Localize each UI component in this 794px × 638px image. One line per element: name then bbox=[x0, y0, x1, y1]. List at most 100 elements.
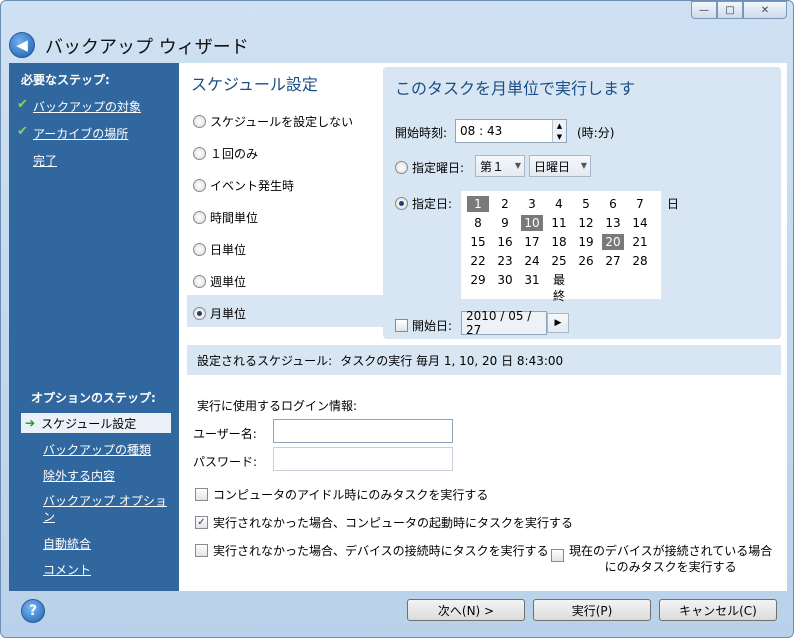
checkmark-icon: ✔ bbox=[17, 97, 28, 112]
chevron-down-icon: ▼ bbox=[580, 161, 587, 170]
calendar-day[interactable]: 28 bbox=[629, 253, 651, 269]
radio-icon[interactable] bbox=[395, 197, 408, 210]
arrow-right-icon: ➔ bbox=[25, 416, 36, 430]
calendar-day[interactable]: 24 bbox=[521, 253, 543, 269]
calendar-day[interactable]: 9 bbox=[494, 215, 516, 231]
start-date-checkbox[interactable]: 開始日: bbox=[395, 317, 452, 334]
checkbox-icon[interactable] bbox=[195, 488, 208, 501]
radio-icon[interactable] bbox=[193, 147, 206, 160]
missed-device-label: 実行されなかった場合、デバイスの接続時にタスクを実行する bbox=[213, 544, 549, 558]
password-input[interactable] bbox=[273, 447, 453, 471]
calendar-day[interactable]: 7 bbox=[629, 196, 651, 212]
calendar-day[interactable]: 16 bbox=[494, 234, 516, 250]
calendar-day[interactable]: 1 bbox=[467, 196, 489, 212]
calendar-day[interactable]: 12 bbox=[575, 215, 597, 231]
calendar-day[interactable]: 20 bbox=[602, 234, 624, 250]
username-input[interactable] bbox=[273, 419, 453, 443]
step-schedule-label: スケジュール設定 bbox=[41, 416, 137, 431]
calendar-day[interactable]: 21 bbox=[629, 234, 651, 250]
calendar-day[interactable]: 15 bbox=[467, 234, 489, 250]
step-finish[interactable]: 完了 bbox=[33, 152, 57, 169]
calendar-day[interactable]: 30 bbox=[494, 272, 516, 288]
close-button[interactable]: ✕ bbox=[743, 1, 787, 19]
radio-label: 月単位 bbox=[210, 307, 247, 321]
stepper-up-icon[interactable]: ▲ bbox=[553, 120, 566, 131]
step-backup-source[interactable]: バックアップの対象 bbox=[33, 98, 141, 115]
radio-monthly[interactable]: 月単位 bbox=[193, 305, 246, 322]
radio-icon[interactable] bbox=[395, 161, 408, 174]
calendar-day[interactable]: 13 bbox=[602, 215, 624, 231]
calendar-day[interactable]: 19 bbox=[575, 234, 597, 250]
weekday-select[interactable]: 日曜日 ▼ bbox=[529, 155, 591, 177]
radio-weekday[interactable]: 指定曜日: bbox=[395, 159, 464, 176]
stepper-down-icon[interactable]: ▼ bbox=[553, 131, 566, 142]
radio-weekly[interactable]: 週単位 bbox=[193, 273, 246, 290]
calendar-day[interactable]: 18 bbox=[548, 234, 570, 250]
step-exclusions[interactable]: 除外する内容 bbox=[43, 468, 115, 484]
current-device-line-2: にのみタスクを実行する bbox=[604, 560, 737, 574]
calendar-day[interactable]: 23 bbox=[494, 253, 516, 269]
radio-icon[interactable] bbox=[193, 115, 206, 128]
step-auto-consolidation[interactable]: 自動統合 bbox=[43, 536, 91, 552]
help-icon[interactable]: ? bbox=[21, 599, 45, 623]
calendar-day[interactable]: 17 bbox=[521, 234, 543, 250]
calendar-day[interactable]: 8 bbox=[467, 215, 489, 231]
next-button[interactable]: 次へ(N) > bbox=[407, 599, 525, 621]
run-button[interactable]: 実行(P) bbox=[533, 599, 651, 621]
days-suffix: 日 bbox=[667, 197, 680, 211]
checkbox-icon[interactable] bbox=[395, 319, 408, 332]
radio-hourly[interactable]: 時間単位 bbox=[193, 209, 258, 226]
start-date-field[interactable]: 2010 / 05 / 27 bbox=[461, 309, 547, 337]
radio-icon[interactable] bbox=[193, 275, 206, 288]
calendar-day[interactable]: 31 bbox=[521, 272, 543, 288]
radio-once[interactable]: １回のみ bbox=[193, 145, 258, 162]
radio-on-event[interactable]: イベント発生時 bbox=[193, 177, 294, 194]
calendar-day[interactable]: 26 bbox=[575, 253, 597, 269]
radio-days[interactable]: 指定日: bbox=[395, 195, 452, 212]
radio-icon[interactable] bbox=[193, 179, 206, 192]
calendar-day[interactable]: 6 bbox=[602, 196, 624, 212]
calendar-day[interactable]: 22 bbox=[467, 253, 489, 269]
calendar-day[interactable]: 4 bbox=[548, 196, 570, 212]
calendar-day[interactable]: 27 bbox=[602, 253, 624, 269]
start-time-label: 開始時刻: bbox=[395, 126, 448, 140]
radio-icon[interactable] bbox=[193, 243, 206, 256]
step-backup-options[interactable]: バックアップ オプション bbox=[43, 493, 173, 525]
radio-no-schedule[interactable]: スケジュールを設定しない bbox=[193, 113, 353, 130]
step-archive-location[interactable]: アーカイブの場所 bbox=[33, 125, 128, 142]
missed-startup-checkbox[interactable]: ✓ 実行されなかった場合、コンピュータの起動時にタスクを実行する bbox=[195, 514, 573, 531]
checkbox-icon[interactable] bbox=[551, 549, 564, 562]
monthly-settings-panel: このタスクを月単位で実行します 開始時刻: 08 : 43 ▲ ▼ (時:分) … bbox=[383, 67, 781, 339]
checkbox-icon[interactable] bbox=[195, 544, 208, 557]
calendar-day[interactable]: 11 bbox=[548, 215, 570, 231]
window-controls: — □ ✕ bbox=[691, 1, 787, 19]
calendar-day[interactable]: 14 bbox=[629, 215, 651, 231]
step-backup-type[interactable]: バックアップの種類 bbox=[43, 442, 151, 458]
missed-device-checkbox[interactable]: 実行されなかった場合、デバイスの接続時にタスクを実行する bbox=[195, 542, 549, 559]
calendar-day[interactable]: 3 bbox=[521, 196, 543, 212]
checkbox-checked-icon[interactable]: ✓ bbox=[195, 516, 208, 529]
radio-icon[interactable] bbox=[193, 211, 206, 224]
calendar-day[interactable]: 10 bbox=[521, 215, 543, 231]
cancel-button[interactable]: キャンセル(C) bbox=[659, 599, 777, 621]
calendar-day[interactable]: 29 bbox=[467, 272, 489, 288]
back-arrow-icon[interactable]: ◀ bbox=[9, 32, 35, 58]
calendar-day[interactable]: 2 bbox=[494, 196, 516, 212]
step-comment[interactable]: コメント bbox=[43, 562, 91, 578]
step-schedule-selected[interactable]: ➔ スケジュール設定 bbox=[21, 413, 171, 433]
calendar-dropdown-icon[interactable]: ▶ bbox=[547, 313, 569, 333]
calendar-day[interactable]: 25 bbox=[548, 253, 570, 269]
calendar-day[interactable]: 5 bbox=[575, 196, 597, 212]
radio-daily[interactable]: 日単位 bbox=[193, 241, 246, 258]
maximize-button[interactable]: □ bbox=[717, 1, 743, 19]
current-device-line-1: 現在のデバイスが接続されている場合 bbox=[569, 544, 773, 558]
wizard-window: — □ ✕ ◀ バックアップ ウィザード 必要なステップ: ✔ バックアップの対… bbox=[0, 0, 794, 638]
radio-label: 週単位 bbox=[210, 275, 247, 289]
start-time-stepper[interactable]: 08 : 43 ▲ ▼ bbox=[455, 119, 567, 143]
radio-icon[interactable] bbox=[193, 307, 206, 320]
weekday-ordinal-select[interactable]: 第１ ▼ bbox=[475, 155, 525, 177]
minimize-button[interactable]: — bbox=[691, 1, 717, 19]
current-device-checkbox[interactable]: 現在のデバイスが接続されている場合 にのみタスクを実行する bbox=[551, 543, 772, 575]
calendar-day[interactable]: 最終 bbox=[548, 272, 570, 303]
idle-checkbox[interactable]: コンピュータのアイドル時にのみタスクを実行する bbox=[195, 486, 488, 503]
